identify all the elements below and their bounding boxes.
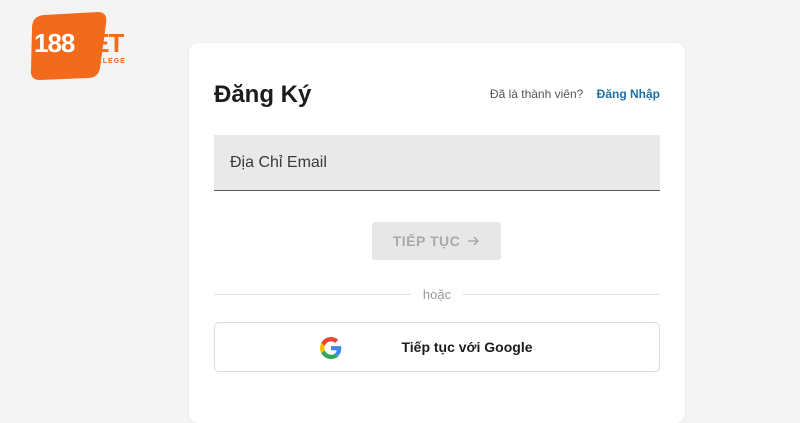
signup-card: Đăng Ký Đã là thành viên? Đăng Nhập TIẾP… — [189, 43, 685, 423]
divider-line-right — [463, 293, 661, 295]
continue-button[interactable]: TIẾP TỤC — [372, 222, 501, 260]
google-label: Tiếp tục với Google — [401, 339, 533, 355]
logo-subtitle: COLLEGE — [85, 58, 126, 65]
logo-wordmark: 188BET — [34, 28, 124, 59]
member-prompt: Đã là thành viên? — [489, 87, 584, 101]
or-text: hoặc — [422, 286, 452, 302]
page-title: Đăng Ký — [214, 81, 312, 108]
logo-number: 188 — [34, 28, 75, 58]
continue-label: TIẾP TỤC — [392, 233, 461, 249]
email-field[interactable] — [214, 135, 660, 191]
or-divider: hoặc — [214, 286, 661, 302]
brand-logo[interactable]: 188BET COLLEGE — [28, 12, 132, 80]
arrow-right-icon — [468, 236, 480, 246]
logo-bet: BET — [74, 28, 124, 58]
divider-line-left — [214, 293, 411, 295]
google-signin-button[interactable]: Tiếp tục với Google — [214, 322, 660, 372]
login-link[interactable]: Đăng Nhập — [597, 87, 660, 101]
google-icon — [320, 337, 342, 359]
member-row: Đã là thành viên? Đăng Nhập — [490, 87, 660, 101]
